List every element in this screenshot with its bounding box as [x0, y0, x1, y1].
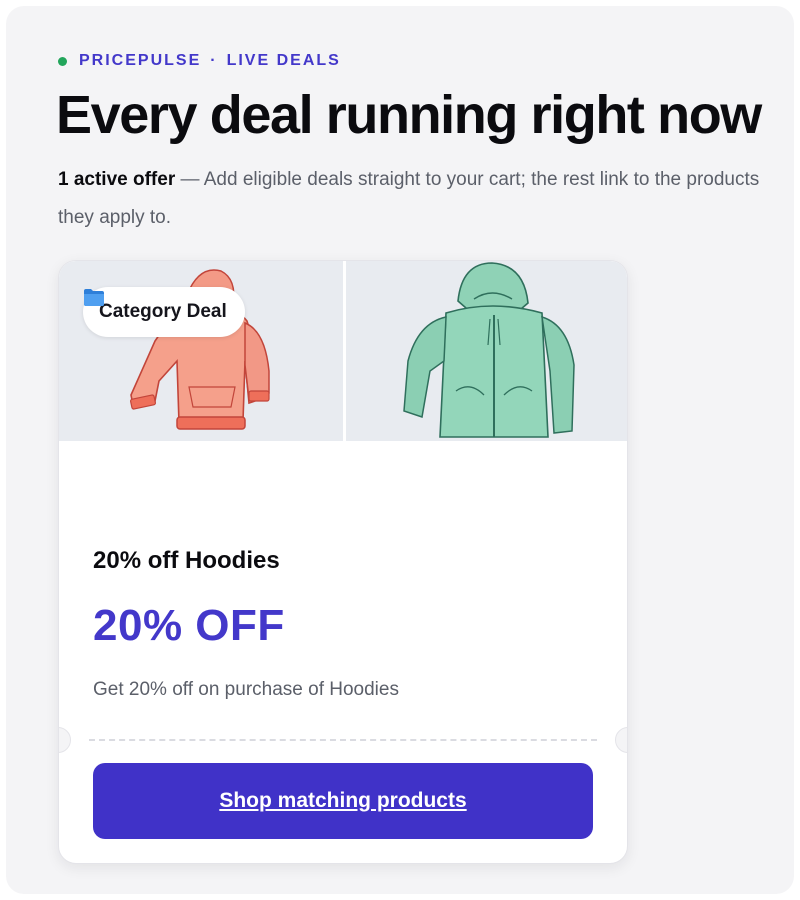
page-title: Every deal running right now	[56, 85, 762, 145]
deal-type-badge: Category Deal	[83, 287, 245, 337]
deal-title: 20% off Hoodies	[93, 547, 280, 574]
eyebrow: PRICEPULSE · LIVE DEALS	[58, 52, 341, 70]
mint-zip-hoodie-illustration	[402, 262, 575, 438]
deal-card: Category Deal 20% off Hoodies 20% OFF Ge…	[58, 260, 628, 864]
eyebrow-separator: ·	[210, 52, 218, 69]
deal-description: Get 20% off on purchase of Hoodies	[93, 679, 399, 700]
live-status-dot	[58, 56, 67, 66]
shop-matching-products-button[interactable]: Shop matching products	[93, 763, 593, 839]
folder-icon	[84, 289, 104, 306]
deal-discount: 20% OFF	[93, 601, 285, 650]
section-label: LIVE DEALS	[226, 52, 341, 69]
deals-page: PRICEPULSE · LIVE DEALS Every deal runni…	[6, 6, 794, 894]
ticket-notch-left	[59, 727, 71, 753]
product-image-coral-hoodie[interactable]: Category Deal	[59, 261, 343, 441]
ticket-notch-right	[615, 727, 627, 753]
brand-label: PRICEPULSE	[79, 52, 202, 69]
ticket-divider	[89, 739, 597, 741]
page-subtitle: 1 active offer — Add eligible deals stra…	[58, 161, 780, 237]
offer-count: 1 active offer	[58, 169, 176, 190]
product-gallery: Category Deal	[59, 261, 627, 441]
deal-type-label: Category Deal	[99, 301, 227, 322]
product-image-mint-zip-hoodie[interactable]	[345, 261, 627, 441]
